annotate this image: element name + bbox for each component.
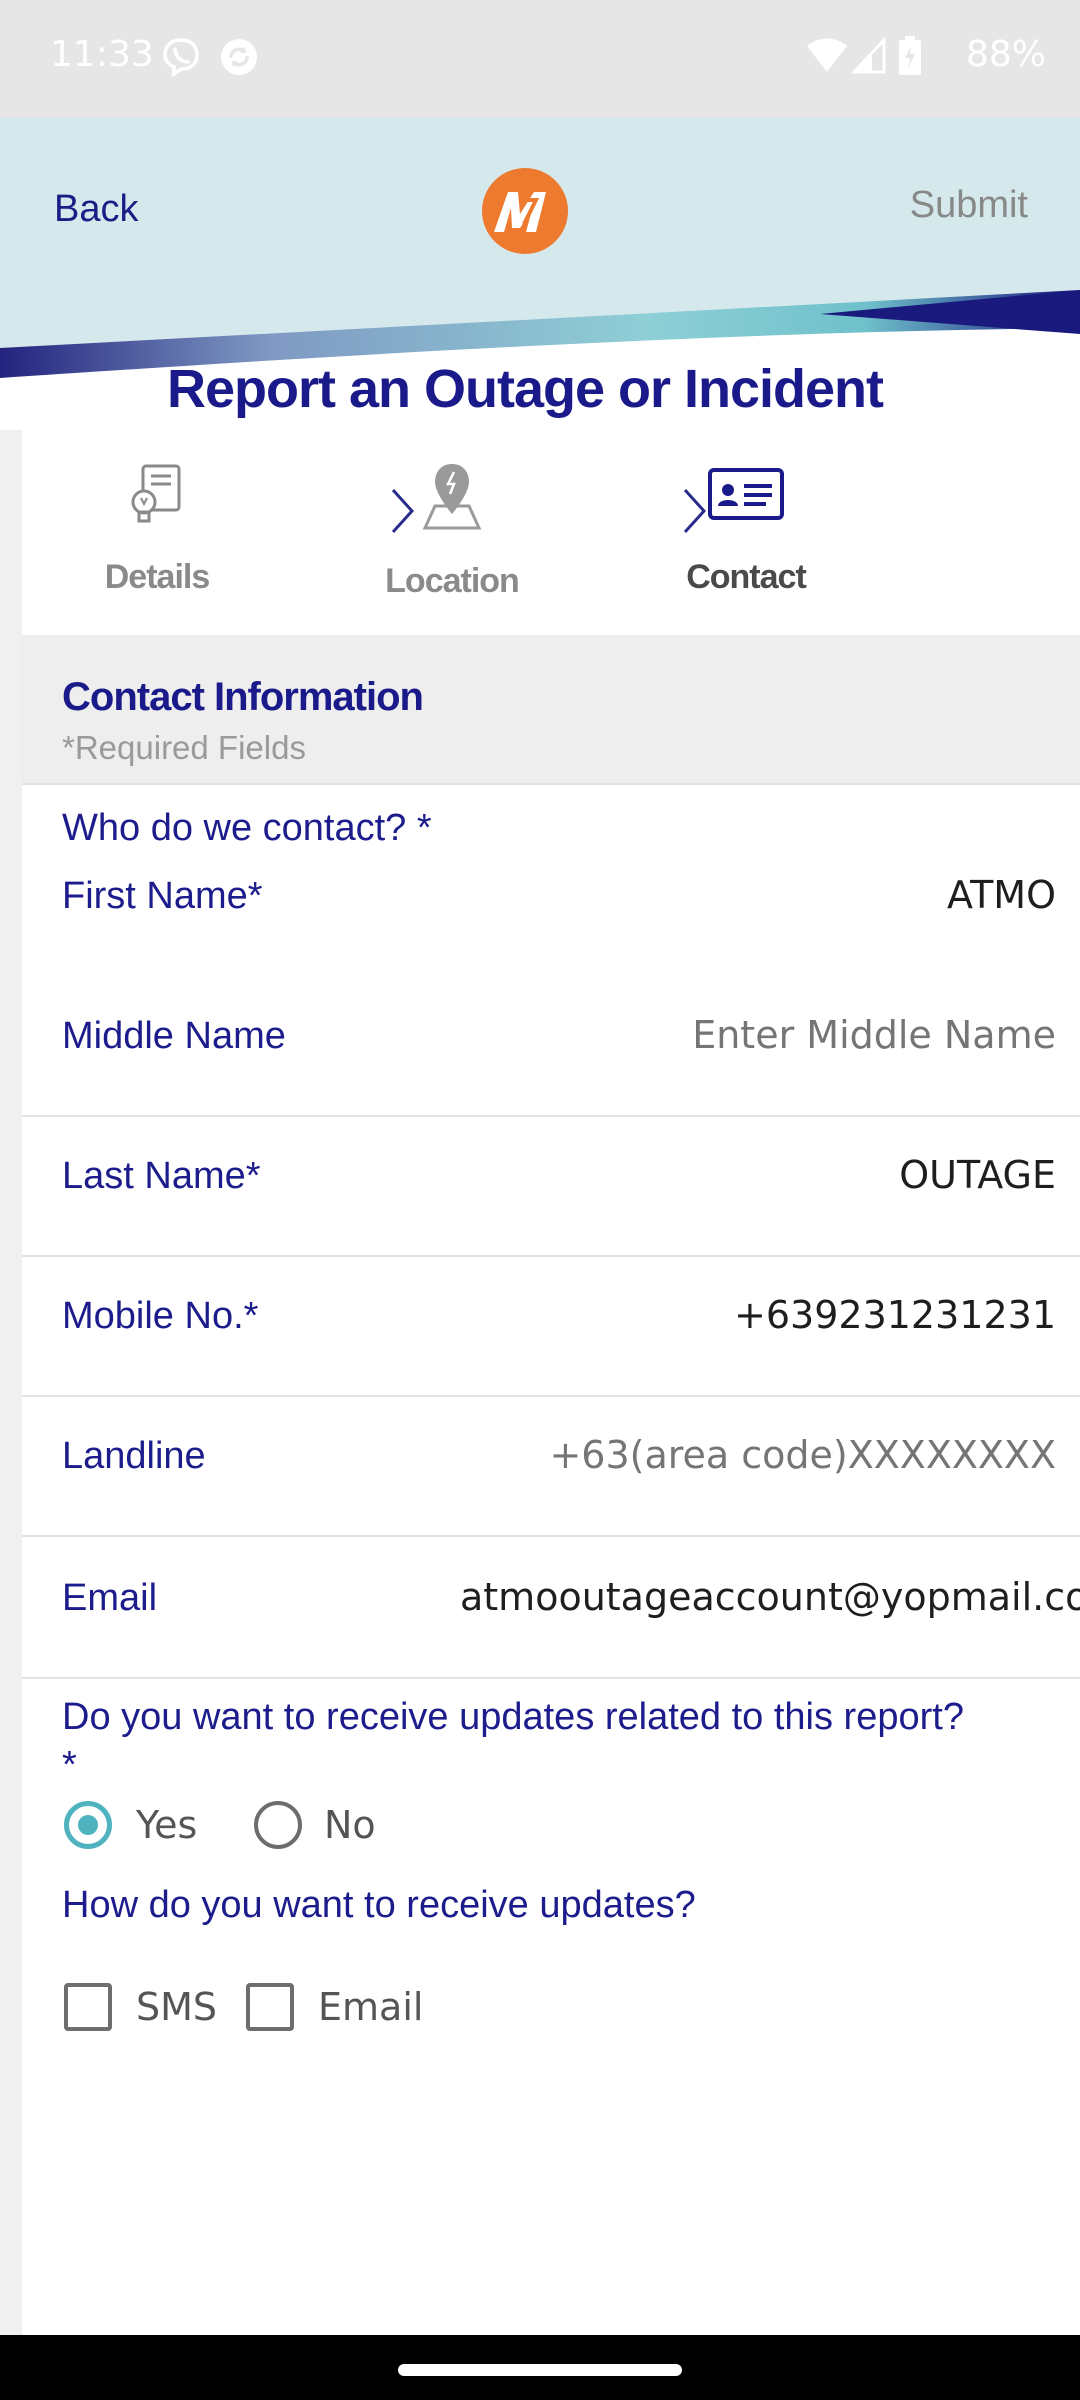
sms-checkbox-label: SMS — [136, 1985, 218, 2029]
submit-button[interactable]: Submit — [910, 184, 1028, 227]
no-radio[interactable] — [254, 1801, 302, 1849]
status-bar: 11:33 88% — [0, 0, 1080, 118]
landline-row: Landline — [22, 1397, 1080, 1537]
mobile-input[interactable] — [496, 1293, 1056, 1337]
first-name-row: Who do we contact? * First Name* — [22, 783, 1080, 979]
page-title: Report an Outage or Incident — [166, 359, 884, 419]
no-radio-label: No — [324, 1803, 376, 1847]
last-name-row: Last Name* — [22, 1117, 1080, 1257]
mobile-label: Mobile No.* — [62, 1295, 259, 1337]
left-gutter — [0, 430, 22, 2335]
progress-steps: Details Location Contact — [22, 430, 1080, 635]
last-name-label: Last Name* — [62, 1155, 261, 1197]
battery-percentage: 88% — [965, 34, 1046, 75]
last-name-input[interactable] — [496, 1153, 1056, 1197]
updates-required-mark: * — [62, 1744, 77, 1786]
required-fields-note: *Required Fields — [62, 729, 306, 766]
home-indicator[interactable] — [398, 2364, 682, 2376]
landline-label: Landline — [62, 1435, 206, 1477]
email-row: Email — [22, 1537, 1080, 1679]
signal-icon — [850, 36, 886, 78]
back-button[interactable]: Back — [54, 188, 138, 231]
map-pin-icon — [332, 462, 572, 534]
email-checkbox-label: Email — [318, 1985, 424, 2029]
status-time: 11:33 — [50, 34, 154, 75]
step-contact[interactable]: Contact — [626, 462, 866, 597]
step-location[interactable]: Location — [332, 462, 572, 601]
meralco-logo — [482, 168, 568, 254]
step-contact-label: Contact — [686, 558, 807, 596]
mobile-row: Mobile No.* — [22, 1257, 1080, 1397]
email-input[interactable] — [460, 1575, 1080, 1619]
update-method-question: How do you want to receive updates? — [62, 1884, 696, 1926]
yes-radio-label: Yes — [136, 1803, 198, 1847]
email-label: Email — [62, 1577, 158, 1619]
email-checkbox[interactable] — [246, 1983, 294, 2031]
battery-icon — [898, 36, 922, 80]
viber-icon — [160, 36, 202, 82]
middle-name-label: Middle Name — [62, 1015, 286, 1057]
step-details-label: Details — [104, 558, 211, 596]
document-bulb-icon — [37, 462, 277, 530]
updates-question: Do you want to receive updates related t… — [62, 1696, 964, 1738]
yes-radio[interactable] — [64, 1801, 112, 1849]
section-title: Contact Information — [62, 675, 424, 719]
first-name-label: First Name* — [62, 875, 263, 917]
wifi-icon — [805, 36, 849, 78]
sync-icon — [218, 36, 260, 82]
middle-name-input[interactable] — [496, 1013, 1056, 1057]
first-name-input[interactable] — [496, 873, 1056, 917]
step-location-label: Location — [385, 562, 520, 600]
sms-checkbox[interactable] — [64, 1983, 112, 2031]
who-to-contact-label: Who do we contact? * — [62, 807, 432, 849]
step-details[interactable]: Details — [37, 462, 277, 597]
app-header: Back Submit Report an Outage or Incident — [0, 118, 1080, 430]
landline-input[interactable] — [496, 1433, 1056, 1477]
middle-name-row: Middle Name — [22, 977, 1080, 1117]
contact-section-header: Contact Information *Required Fields — [22, 635, 1080, 783]
id-card-icon — [626, 462, 866, 530]
